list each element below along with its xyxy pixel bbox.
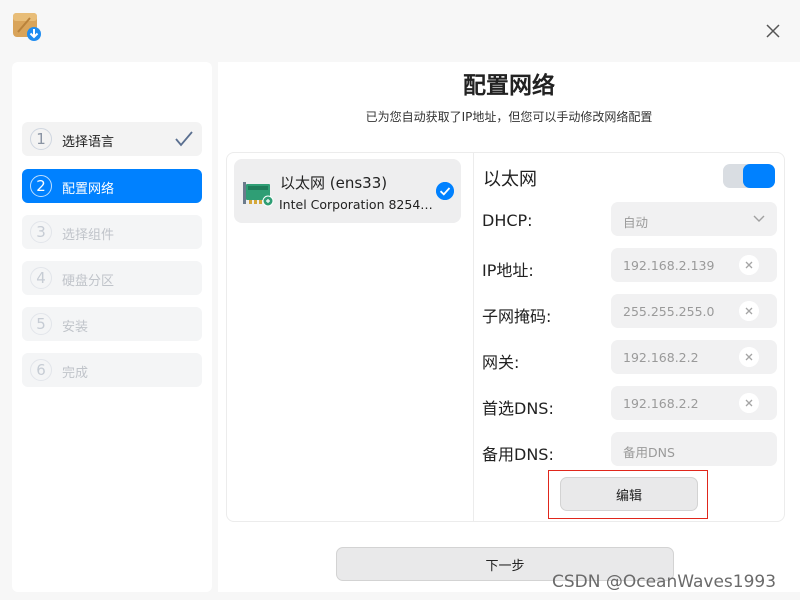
dhcp-value: 自动 <box>623 215 649 230</box>
subnet-mask-value: 255.255.255.0 <box>623 304 715 319</box>
step-select-components: 3 选择组件 <box>22 215 202 249</box>
secondary-dns-label: 备用DNS: <box>482 445 554 464</box>
main-panel: 配置网络 已为您自动获取了IP地址，但您可以手动修改网络配置 以太网 (ens3… <box>218 62 800 592</box>
clear-icon[interactable] <box>739 255 759 275</box>
step-number: 4 <box>30 267 52 289</box>
step-install: 5 安装 <box>22 307 202 341</box>
steps-sidebar: 1 选择语言 2 配置网络 3 选择组件 4 硬盘分区 5 安装 6 完成 <box>12 62 212 592</box>
ip-address-field[interactable]: 192.168.2.139 <box>611 248 777 282</box>
edit-button[interactable]: 编辑 <box>560 477 698 511</box>
step-label: 选择语言 <box>62 135 115 150</box>
secondary-dns-field[interactable]: 备用DNS <box>611 432 777 466</box>
secondary-dns-placeholder: 备用DNS <box>623 445 675 460</box>
toggle-knob <box>743 164 775 188</box>
step-configure-network[interactable]: 2 配置网络 <box>22 169 202 203</box>
page-title: 配置网络 <box>463 73 555 99</box>
device-description: Intel Corporation 8254… <box>279 197 433 212</box>
network-device-item[interactable]: 以太网 (ens33) Intel Corporation 8254… <box>234 159 461 223</box>
network-config-box: 以太网 (ens33) Intel Corporation 8254… 以太网 … <box>226 152 785 522</box>
dhcp-select[interactable]: 自动 <box>611 202 777 236</box>
title-bar <box>0 0 800 54</box>
ip-address-value: 192.168.2.139 <box>623 258 715 273</box>
primary-dns-value: 192.168.2.2 <box>623 396 699 411</box>
step-disk-partition: 4 硬盘分区 <box>22 261 202 295</box>
ethernet-section-title: 以太网 <box>483 169 537 190</box>
step-number: 5 <box>30 313 52 335</box>
chevron-down-icon <box>753 215 765 222</box>
panel-divider <box>473 153 474 521</box>
step-label: 配置网络 <box>62 182 115 197</box>
gateway-field[interactable]: 192.168.2.2 <box>611 340 777 374</box>
installer-package-icon <box>13 13 41 41</box>
dhcp-label: DHCP: <box>482 211 533 230</box>
ethernet-toggle[interactable] <box>723 164 775 188</box>
watermark: CSDN @OceanWaves1993 <box>552 572 777 592</box>
step-number: 6 <box>30 359 52 381</box>
subnet-mask-field[interactable]: 255.255.255.0 <box>611 294 777 328</box>
clear-icon[interactable] <box>739 393 759 413</box>
device-name: 以太网 (ens33) <box>280 174 388 192</box>
step-label: 安装 <box>62 320 89 335</box>
gateway-value: 192.168.2.2 <box>623 350 699 365</box>
network-card-icon <box>243 182 274 207</box>
primary-dns-field[interactable]: 192.168.2.2 <box>611 386 777 420</box>
clear-icon[interactable] <box>739 347 759 367</box>
close-icon[interactable] <box>760 18 786 44</box>
step-label: 硬盘分区 <box>62 274 115 289</box>
step-number: 1 <box>30 128 52 150</box>
primary-dns-label: 首选DNS: <box>482 399 554 418</box>
step-finish: 6 完成 <box>22 353 202 387</box>
step-label: 选择组件 <box>62 228 115 243</box>
step-select-language[interactable]: 1 选择语言 <box>22 122 202 156</box>
gateway-label: 网关: <box>482 353 520 372</box>
step-number: 3 <box>30 221 52 243</box>
selected-check-icon <box>436 182 454 200</box>
page-subtitle: 已为您自动获取了IP地址，但您可以手动修改网络配置 <box>365 110 653 124</box>
subnet-mask-label: 子网掩码: <box>482 307 552 326</box>
step-number: 2 <box>30 175 52 197</box>
ip-address-label: IP地址: <box>482 261 534 280</box>
checkmark-icon <box>175 131 193 147</box>
clear-icon[interactable] <box>739 301 759 321</box>
step-label: 完成 <box>62 366 89 381</box>
